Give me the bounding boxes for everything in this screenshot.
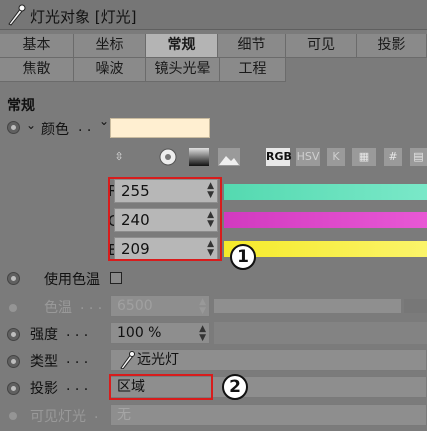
chevron-down-icon[interactable]: ⌄: [26, 118, 36, 132]
color-label: 颜色: [41, 122, 69, 138]
temperature-label: 色温: [44, 300, 72, 316]
intensity-label: 强度: [30, 327, 58, 343]
color-wheel-icon[interactable]: [158, 148, 178, 166]
infinite-light-icon: [120, 351, 135, 369]
use-temperature-anim-dot[interactable]: [7, 272, 20, 285]
type-anim-dot[interactable]: [7, 355, 20, 368]
type-label: 类型: [30, 354, 58, 370]
visible-light-anim-dot: [9, 412, 17, 420]
section-title: 常规: [7, 98, 35, 114]
use-temperature-label: 使用色温: [44, 272, 100, 288]
spectrum-icon[interactable]: [188, 148, 210, 166]
tab-details[interactable]: 细节: [218, 34, 286, 58]
shadow-label-dots: . . .: [66, 378, 89, 394]
shadow-anim-dot[interactable]: [7, 382, 20, 395]
stepper-icon: ▲ ▼: [199, 297, 206, 316]
annotation-badge-1: 1: [230, 244, 256, 270]
tab-noise[interactable]: 噪波: [74, 58, 146, 82]
annotation-badge-2: 2: [222, 374, 248, 400]
stepper-icon[interactable]: ▲ ▼: [199, 325, 206, 343]
color-dropdown-icon[interactable]: ⌄: [99, 114, 109, 128]
mixer-mode-icon[interactable]: ▦: [352, 148, 376, 166]
hsv-mode-button[interactable]: HSV: [296, 148, 320, 166]
visible-light-label: 可见灯光: [30, 409, 86, 425]
green-slider-bar[interactable]: [224, 212, 427, 228]
type-dropdown[interactable]: 远光灯: [110, 349, 427, 371]
type-label-dots: . . .: [66, 351, 89, 367]
intensity-value: 100 %: [117, 325, 162, 341]
swatches-icon[interactable]: ▤: [410, 148, 427, 166]
intensity-anim-dot[interactable]: [7, 328, 20, 341]
temperature-value: 6500: [117, 298, 153, 314]
color-picker-tool-icon[interactable]: ⇳: [110, 148, 128, 166]
color-swatch[interactable]: [110, 118, 210, 138]
red-slider-bar[interactable]: [224, 184, 427, 200]
light-object-icon: [8, 4, 26, 26]
color-anim-dot[interactable]: [7, 121, 20, 134]
temperature-slider: [214, 299, 401, 313]
image-icon[interactable]: [218, 148, 240, 166]
rgb-mode-button[interactable]: RGB: [266, 148, 292, 166]
tab-basic[interactable]: 基本: [0, 34, 74, 58]
tab-shadow[interactable]: 投影: [357, 34, 427, 58]
window-title: 灯光对象 [灯光]: [30, 8, 137, 26]
tab-project[interactable]: 工程: [220, 58, 286, 82]
temperature-label-dots: . . .: [80, 297, 103, 313]
intensity-field[interactable]: 100 % ▲ ▼: [110, 322, 210, 344]
color-label-dots: . .: [78, 119, 92, 135]
tab-caustics[interactable]: 焦散: [0, 58, 74, 82]
hex-mode-button[interactable]: #: [384, 148, 402, 166]
visible-light-label-dots: .: [94, 406, 99, 422]
type-value: 远光灯: [137, 352, 179, 368]
tab-general[interactable]: 常规: [146, 34, 218, 58]
temperature-field: 6500 ▲ ▼: [110, 295, 210, 317]
kelvin-mode-button[interactable]: K: [327, 148, 345, 166]
highlight-box-rgb: [108, 177, 222, 261]
tab-visibility[interactable]: 可见: [286, 34, 357, 58]
visible-light-value: 无: [117, 407, 131, 423]
intensity-slider[interactable]: [214, 322, 427, 344]
use-temperature-checkbox[interactable]: [110, 272, 122, 284]
highlight-box-shadow: [109, 374, 213, 400]
tab-coordinates[interactable]: 坐标: [74, 34, 146, 58]
temperature-anim-dot: [9, 304, 17, 312]
intensity-label-dots: . . .: [66, 324, 89, 340]
tab-lens-flare[interactable]: 镜头光晕: [146, 58, 220, 82]
shadow-label: 投影: [30, 381, 58, 397]
temperature-slider-handle: [404, 299, 427, 313]
visible-light-dropdown: 无: [110, 404, 427, 426]
